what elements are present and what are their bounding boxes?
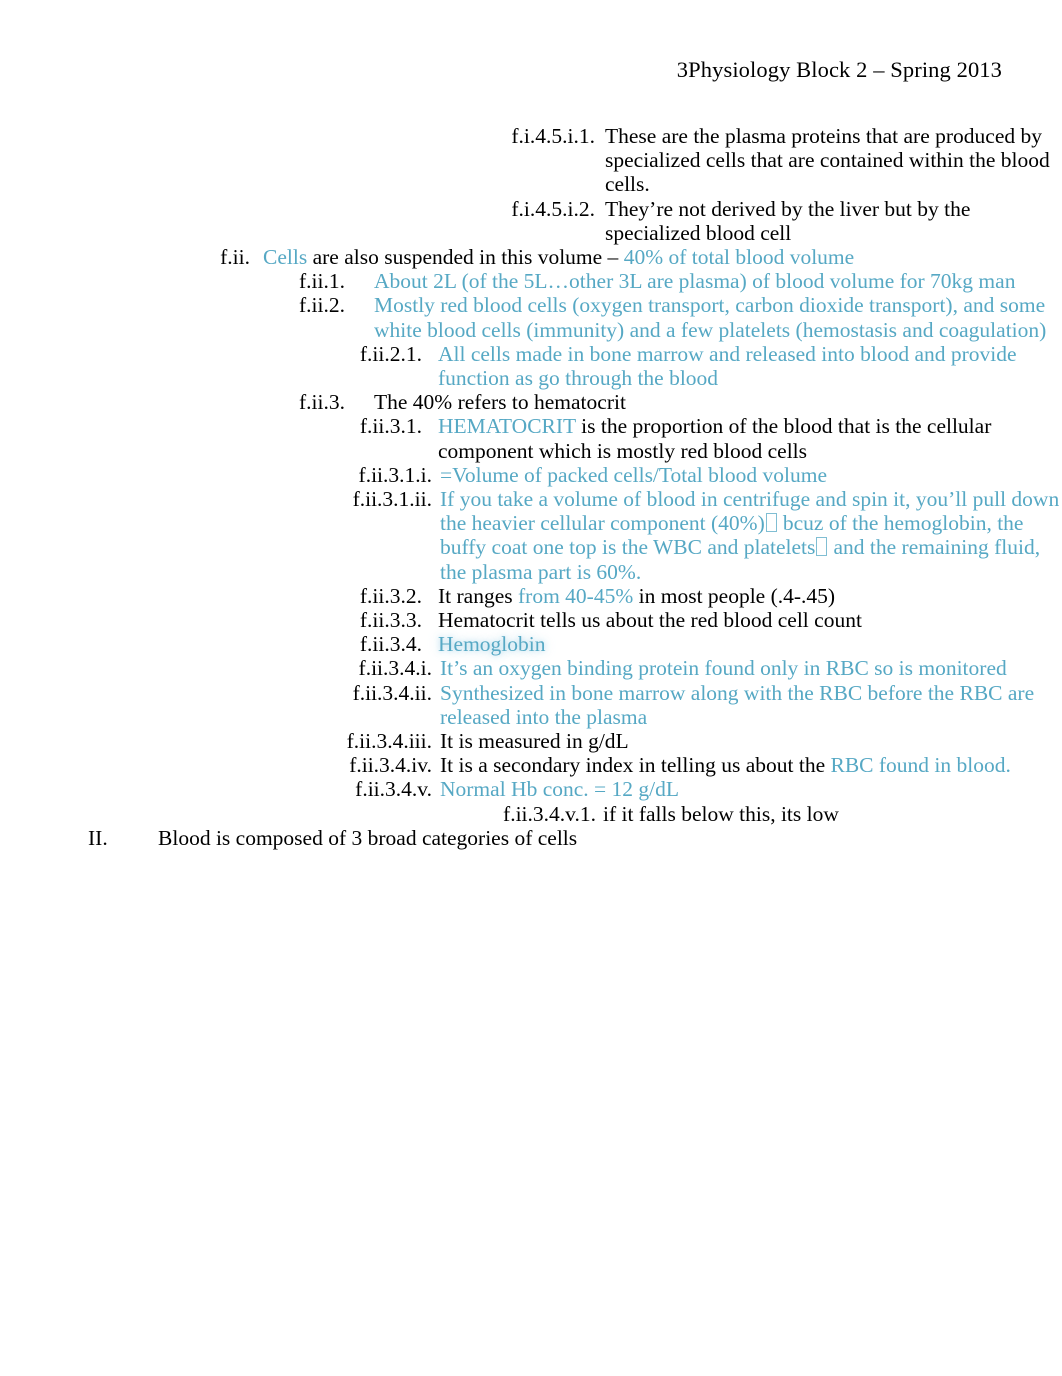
document-page: 3Physiology Block 2 – Spring 2013 f.i.4.… (0, 0, 1062, 1376)
outline-item: f.ii. Cells are also suspended in this vo… (204, 245, 1062, 269)
text-run: About 2L (of the 5L…other 3L are plasma)… (374, 269, 1016, 294)
text-run: They’re not derived by the liver but by … (605, 196, 971, 245)
outline-item-number: f.ii.3.4.v. (355, 777, 432, 802)
text-run: Hematocrit tells us about the red blood … (438, 608, 862, 633)
outline-item: f.ii.3.1.i. =Volume of packed cells/Total… (338, 463, 1062, 487)
outline-item: f.ii.3.3. Hematocrit tells us about the r… (338, 608, 1062, 632)
outline-item-text: Cells are also suspended in this volume … (250, 245, 1062, 269)
outline-item-number: f.ii.2.1. (359, 341, 422, 366)
text-run: 40% of total blood volume (623, 245, 855, 270)
text-run: Hemoglobin (438, 632, 546, 657)
outline-item: f.ii.3.4.v.1. if it falls below this, its… (466, 802, 1062, 826)
outline-item-number: f.ii.3.4.i. (358, 656, 432, 681)
outline-item-text: Blood is composed of 3 broad categories … (114, 826, 1062, 850)
text-run: if it falls below this, its low (603, 801, 839, 826)
outline-item-number: f.ii. (220, 245, 250, 270)
page-header: 3Physiology Block 2 – Spring 2013 (676, 57, 1002, 82)
outline-item-text: It is a secondary index in telling us ab… (432, 753, 1062, 777)
outline-item-number: f.ii.3.4.iii. (346, 729, 432, 754)
text-run: Synthesized in bone marrow along with th… (440, 680, 1035, 729)
outline-item-text: About 2L (of the 5L…other 3L are plasma)… (345, 269, 1062, 293)
outline-item-text: Normal Hb conc. = 12 g/dL (432, 777, 1062, 801)
outline-item-text: It is measured in g/dL (432, 729, 1062, 753)
outline-item-text: If you take a volume of blood in centrif… (432, 487, 1062, 584)
outline-item-number: f.ii.3.4.iv. (349, 753, 432, 778)
text-run: The 40% refers to hematocrit (374, 390, 626, 415)
outline-item: f.ii.2. Mostly red blood cells (oxygen tr… (281, 293, 1062, 341)
text-run: Cells (263, 245, 308, 270)
outline-item: f.ii.2.1. All cells made in bone marrow a… (338, 342, 1062, 390)
outline-item: f.ii.3.4.v. Normal Hb conc. = 12 g/dL (338, 777, 1062, 801)
outline-item: f.ii.3. The 40% refers to hematocrit (281, 390, 1062, 414)
outline-item-number: f.ii.1. (299, 269, 345, 294)
outline-item-text: Synthesized in bone marrow along with th… (432, 681, 1062, 729)
outline-item: f.ii.3.4.i. It’s an oxygen binding protei… (338, 656, 1062, 680)
outline-item: f.ii.3.4.iii. It is measured in g/dL (338, 729, 1062, 753)
outline-item-text: All cells made in bone marrow and releas… (422, 342, 1062, 390)
outline-item-text: Mostly red blood cells (oxygen transport… (345, 293, 1062, 341)
outline-item-text: The 40% refers to hematocrit (345, 390, 1062, 414)
outline-item-text: They’re not derived by the liver but by … (595, 197, 1062, 245)
outline-item-text: These are the plasma proteins that are p… (595, 124, 1062, 197)
outline-item: f.i.4.5.i.2. They’re not derived by the l… (466, 197, 1062, 245)
outline-body: f.i.4.5.i.1. These are the plasma protein… (0, 124, 1062, 850)
outline-item-number: f.ii.3.4.v.1. (503, 801, 596, 826)
text-run: are also suspended in this volume – (307, 245, 624, 270)
text-run: These are the plasma proteins that are p… (605, 124, 1050, 197)
outline-item: f.ii.3.2. It ranges from 40-45% in most p… (338, 584, 1062, 608)
outline-item-text: =Volume of packed cells/Total blood volu… (432, 463, 1062, 487)
text-run: It’s an oxygen binding protein found onl… (440, 656, 1007, 681)
outline-item-number: f.ii.3.3. (359, 608, 422, 633)
outline-item: f.ii.3.4.ii. Synthesized in bone marrow a… (338, 681, 1062, 729)
text-run: in most people (.4-.45) (633, 583, 836, 608)
outline-item-number: f.i.4.5.i.2. (511, 196, 595, 221)
outline-item: f.ii.3.4.iv. It is a secondary index in t… (338, 753, 1062, 777)
text-run: It is a secondary index in telling us ab… (440, 753, 831, 778)
text-run: HEMATOCRIT (438, 414, 576, 439)
outline-item-text: if it falls below this, its low (596, 802, 1062, 826)
outline-item-text: HEMATOCRIT is the proportion of the bloo… (422, 414, 1062, 462)
outline-item-number: f.ii.3.1.i. (358, 462, 432, 487)
outline-item: f.i.4.5.i.1. These are the plasma protein… (466, 124, 1062, 197)
outline-item-number: f.ii.2. (299, 293, 345, 318)
outline-item: f.ii.1. About 2L (of the 5L…other 3L are … (281, 269, 1062, 293)
text-run: All cells made in bone marrow and releas… (438, 341, 1017, 391)
text-run: It is measured in g/dL (440, 729, 629, 754)
text-run: Mostly red blood cells (oxygen transport… (374, 293, 1047, 342)
text-run: from 40-45% (518, 583, 634, 608)
outline-item-text: Hemoglobin (422, 632, 1062, 656)
text-run: It ranges (438, 583, 518, 608)
outline-item-text: It’s an oxygen binding protein found onl… (432, 656, 1062, 680)
outline-item: II. Blood is composed of 3 broad categori… (88, 826, 1062, 850)
text-run: RBC found in blood. (830, 753, 1011, 778)
outline-item-text: Hematocrit tells us about the red blood … (422, 608, 1062, 632)
outline-item-number: f.ii.3. (299, 390, 345, 415)
missing-glyph-icon (816, 536, 828, 556)
outline-item: f.ii.3.4. Hemoglobin (338, 632, 1062, 656)
text-run: Normal Hb conc. = 12 g/dL (440, 777, 680, 802)
text-run: =Volume of packed cells/Total blood volu… (440, 462, 827, 487)
outline-item-number: f.ii.3.4.ii. (352, 680, 432, 705)
outline-item-number: II. (88, 825, 108, 850)
missing-glyph-icon (765, 512, 777, 532)
text-run: Blood is composed of 3 broad categories … (158, 825, 578, 850)
outline-item-text: It ranges from 40-45% in most people (.4… (422, 584, 1062, 608)
outline-item-number: f.ii.3.2. (359, 583, 422, 608)
outline-item-number: f.ii.3.1.ii. (352, 487, 432, 512)
outline-item: f.ii.3.1.ii. If you take a volume of bloo… (338, 487, 1062, 584)
outline-item-number: f.i.4.5.i.1. (511, 124, 595, 148)
outline-item-number: f.ii.3.1. (359, 414, 422, 439)
outline-item: f.ii.3.1. HEMATOCRIT is the proportion of… (338, 414, 1062, 462)
outline-item-number: f.ii.3.4. (359, 632, 422, 657)
